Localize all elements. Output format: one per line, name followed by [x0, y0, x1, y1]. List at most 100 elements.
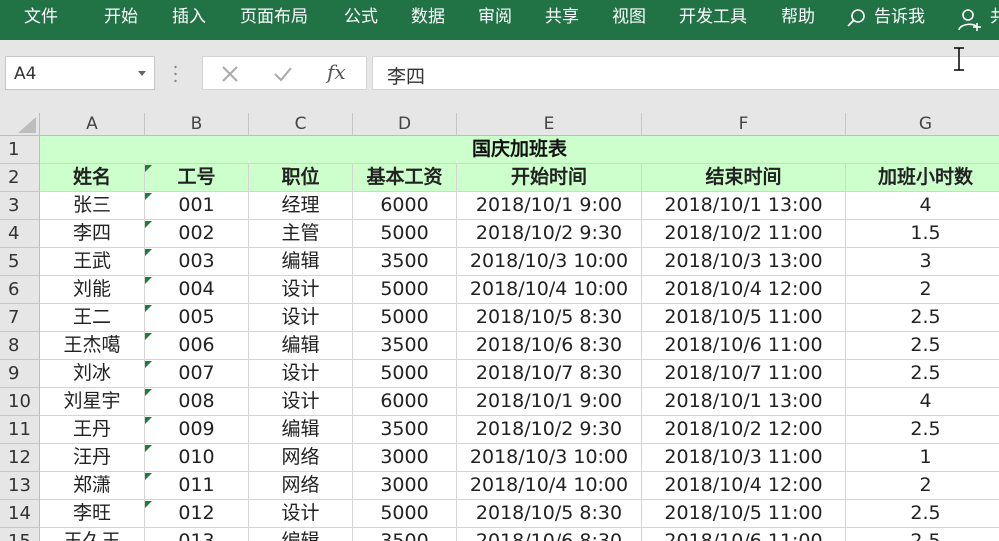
- table-cell[interactable]: 2018/10/4 12:00: [642, 472, 846, 500]
- table-cell[interactable]: 主管: [249, 220, 353, 248]
- table-cell[interactable]: 3: [846, 248, 999, 276]
- table-cell[interactable]: 2018/10/6 11:00: [642, 528, 846, 541]
- tab-formulas[interactable]: 公式: [344, 0, 378, 36]
- table-cell[interactable]: 2.5: [846, 360, 999, 388]
- tab-home[interactable]: 开始: [104, 0, 138, 36]
- error-indicator-icon[interactable]: [145, 445, 152, 452]
- table-cell[interactable]: 2: [846, 472, 999, 500]
- table-cell[interactable]: 3500: [353, 416, 457, 444]
- table-cell[interactable]: 王丹: [40, 416, 145, 444]
- table-cell[interactable]: 2018/10/7 8:30: [457, 360, 642, 388]
- table-cell[interactable]: 编辑: [249, 528, 353, 541]
- column-header-d[interactable]: D: [353, 113, 457, 136]
- table-cell[interactable]: 2018/10/5 8:30: [457, 500, 642, 528]
- sheet-title-cell[interactable]: 国庆加班表: [40, 136, 999, 164]
- table-cell[interactable]: 3500: [353, 528, 457, 541]
- table-cell[interactable]: 007: [145, 360, 249, 388]
- header-cell[interactable]: 基本工资: [353, 164, 457, 192]
- select-all-corner[interactable]: [0, 113, 40, 136]
- table-cell[interactable]: 011: [145, 472, 249, 500]
- error-indicator-icon[interactable]: [145, 249, 152, 256]
- column-header-e[interactable]: E: [457, 113, 642, 136]
- table-cell[interactable]: 2018/10/2 9:30: [457, 220, 642, 248]
- table-cell[interactable]: 2018/10/5 11:00: [642, 304, 846, 332]
- tab-insert[interactable]: 插入: [172, 0, 206, 36]
- table-cell[interactable]: 王武: [40, 248, 145, 276]
- error-indicator-icon[interactable]: [145, 473, 152, 480]
- table-cell[interactable]: 2018/10/1 9:00: [457, 388, 642, 416]
- table-cell[interactable]: 002: [145, 220, 249, 248]
- insert-function-button[interactable]: fx: [327, 60, 346, 84]
- table-cell[interactable]: 编辑: [249, 248, 353, 276]
- table-cell[interactable]: 设计: [249, 388, 353, 416]
- table-cell[interactable]: 3500: [353, 248, 457, 276]
- table-cell[interactable]: 郑潇: [40, 472, 145, 500]
- table-cell[interactable]: 2.5: [846, 500, 999, 528]
- table-cell[interactable]: 汪丹: [40, 444, 145, 472]
- table-cell[interactable]: 3000: [353, 472, 457, 500]
- table-cell[interactable]: 6000: [353, 388, 457, 416]
- table-cell[interactable]: 设计: [249, 276, 353, 304]
- table-cell[interactable]: 2018/10/3 10:00: [457, 248, 642, 276]
- table-cell[interactable]: 李旺: [40, 500, 145, 528]
- row-header[interactable]: 8: [0, 332, 40, 360]
- row-header[interactable]: 5: [0, 248, 40, 276]
- error-indicator-icon[interactable]: [145, 165, 152, 172]
- error-indicator-icon[interactable]: [145, 501, 152, 508]
- table-cell[interactable]: 001: [145, 192, 249, 220]
- table-cell[interactable]: 2018/10/1 9:00: [457, 192, 642, 220]
- table-cell[interactable]: 2018/10/4 10:00: [457, 276, 642, 304]
- header-cell[interactable]: 加班小时数: [846, 164, 999, 192]
- table-cell[interactable]: 3500: [353, 332, 457, 360]
- table-cell[interactable]: 网络: [249, 444, 353, 472]
- tab-help[interactable]: 帮助: [781, 0, 815, 36]
- table-cell[interactable]: 2018/10/5 8:30: [457, 304, 642, 332]
- header-cell[interactable]: 姓名: [40, 164, 145, 192]
- row-header[interactable]: 11: [0, 416, 40, 444]
- table-cell[interactable]: 003: [145, 248, 249, 276]
- table-cell[interactable]: 2018/10/1 13:00: [642, 192, 846, 220]
- tab-data[interactable]: 数据: [411, 0, 445, 36]
- row-header[interactable]: 9: [0, 360, 40, 388]
- table-cell[interactable]: 5000: [353, 220, 457, 248]
- table-cell[interactable]: 王二: [40, 304, 145, 332]
- chevron-down-icon[interactable]: [138, 71, 146, 76]
- table-cell[interactable]: 2018/10/2 12:00: [642, 416, 846, 444]
- tab-file[interactable]: 文件: [24, 0, 58, 36]
- tab-page-layout[interactable]: 页面布局: [240, 0, 308, 36]
- error-indicator-icon[interactable]: [145, 417, 152, 424]
- header-cell[interactable]: 开始时间: [457, 164, 642, 192]
- table-cell[interactable]: 张三: [40, 192, 145, 220]
- column-header-g[interactable]: G: [846, 113, 999, 136]
- error-indicator-icon[interactable]: [145, 389, 152, 396]
- error-indicator-icon[interactable]: [145, 221, 152, 228]
- tab-view[interactable]: 视图: [612, 0, 646, 36]
- tab-share[interactable]: 共享: [545, 0, 579, 36]
- table-cell[interactable]: 2018/10/5 11:00: [642, 500, 846, 528]
- table-cell[interactable]: 4: [846, 192, 999, 220]
- table-cell[interactable]: 编辑: [249, 332, 353, 360]
- error-indicator-icon[interactable]: [145, 277, 152, 284]
- table-cell[interactable]: 3000: [353, 444, 457, 472]
- share-label[interactable]: 共: [990, 0, 999, 36]
- table-cell[interactable]: 李四: [40, 220, 145, 248]
- table-cell[interactable]: 2018/10/7 11:00: [642, 360, 846, 388]
- header-cell[interactable]: 工号: [145, 164, 249, 192]
- column-header-f[interactable]: F: [642, 113, 846, 136]
- row-header[interactable]: 13: [0, 472, 40, 500]
- table-cell[interactable]: 5000: [353, 304, 457, 332]
- formula-input[interactable]: 李四: [372, 56, 999, 90]
- table-cell[interactable]: 5000: [353, 500, 457, 528]
- table-cell[interactable]: 2.5: [846, 332, 999, 360]
- table-cell[interactable]: 1: [846, 444, 999, 472]
- table-cell[interactable]: 王杰噶: [40, 332, 145, 360]
- error-indicator-icon[interactable]: [145, 305, 152, 312]
- row-header[interactable]: 6: [0, 276, 40, 304]
- search-icon[interactable]: [846, 8, 866, 28]
- table-cell[interactable]: 经理: [249, 192, 353, 220]
- table-cell[interactable]: 2: [846, 276, 999, 304]
- table-cell[interactable]: 2.5: [846, 304, 999, 332]
- spreadsheet-grid[interactable]: 国庆加班表 ABCDEFG123456789101112131415姓名工号职位…: [0, 113, 999, 541]
- table-cell[interactable]: 2018/10/2 9:30: [457, 416, 642, 444]
- error-indicator-icon[interactable]: [145, 193, 152, 200]
